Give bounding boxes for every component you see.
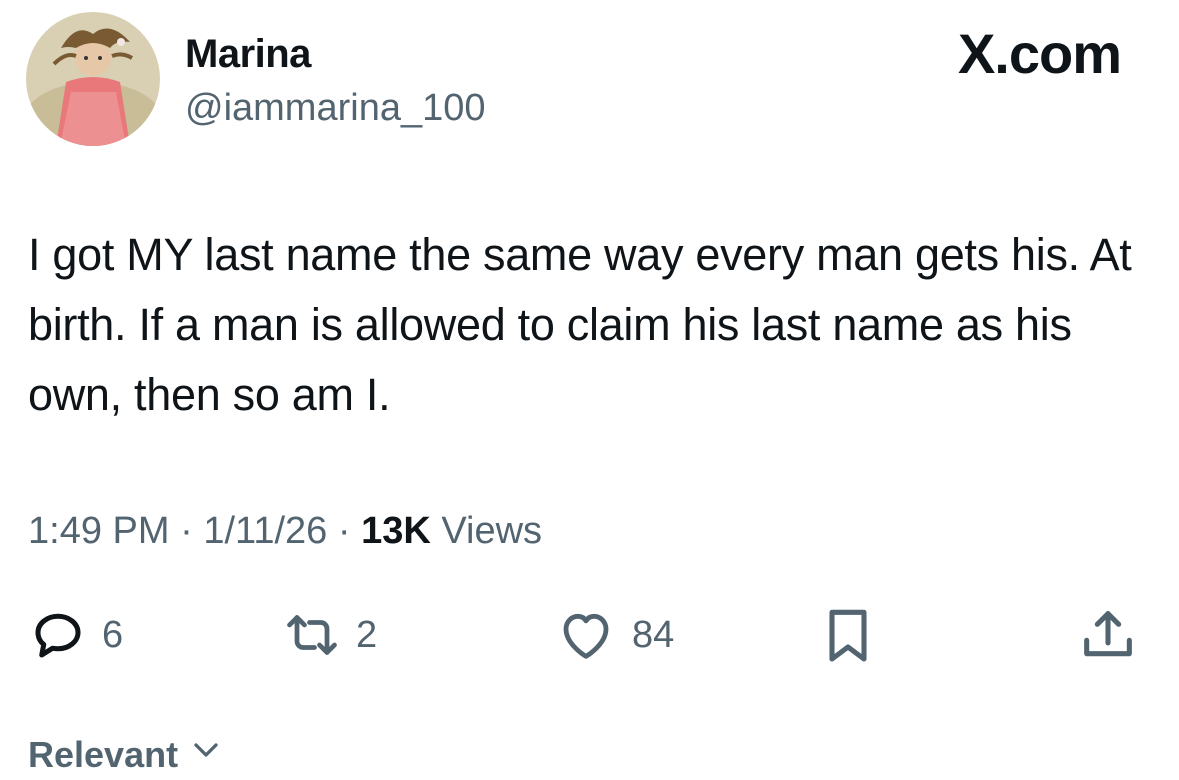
reply-button[interactable]: 6 [28,600,123,670]
bookmark-button[interactable] [816,600,880,670]
chevron-down-icon [178,730,226,780]
meta-separator: · [180,510,193,552]
reply-icon [28,605,88,665]
share-icon [1076,603,1140,667]
sort-label: Relevant [28,734,179,775]
like-icon [554,603,618,667]
action-bar: 6 2 84 [0,600,1179,670]
sort-replies-dropdown[interactable]: Relevant [28,730,226,780]
like-button[interactable]: 84 [554,600,674,670]
brand-watermark: X.com [957,22,1122,85]
repost-count: 2 [356,613,378,656]
author-display-name[interactable]: Marina [185,30,311,78]
tweet-meta: 1:49 PM · 1/11/26 · 13K Views [28,508,542,554]
share-button[interactable] [1076,600,1140,670]
tweet-text: I got MY last name the same way every ma… [28,229,1132,420]
repost-icon [282,605,342,665]
avatar[interactable] [26,12,160,146]
repost-button[interactable]: 2 [282,600,377,670]
bookmark-icon [816,603,880,667]
views-label: Views [441,510,543,552]
meta-separator: · [337,510,351,552]
reply-count: 6 [102,613,124,656]
tweet-date[interactable]: 1/11/26 [203,510,327,552]
tweet-time[interactable]: 1:49 PM [28,510,170,552]
views-count: 13K [361,510,431,552]
author-handle[interactable]: @iammarina_100 [185,85,486,131]
like-count: 84 [632,613,675,656]
